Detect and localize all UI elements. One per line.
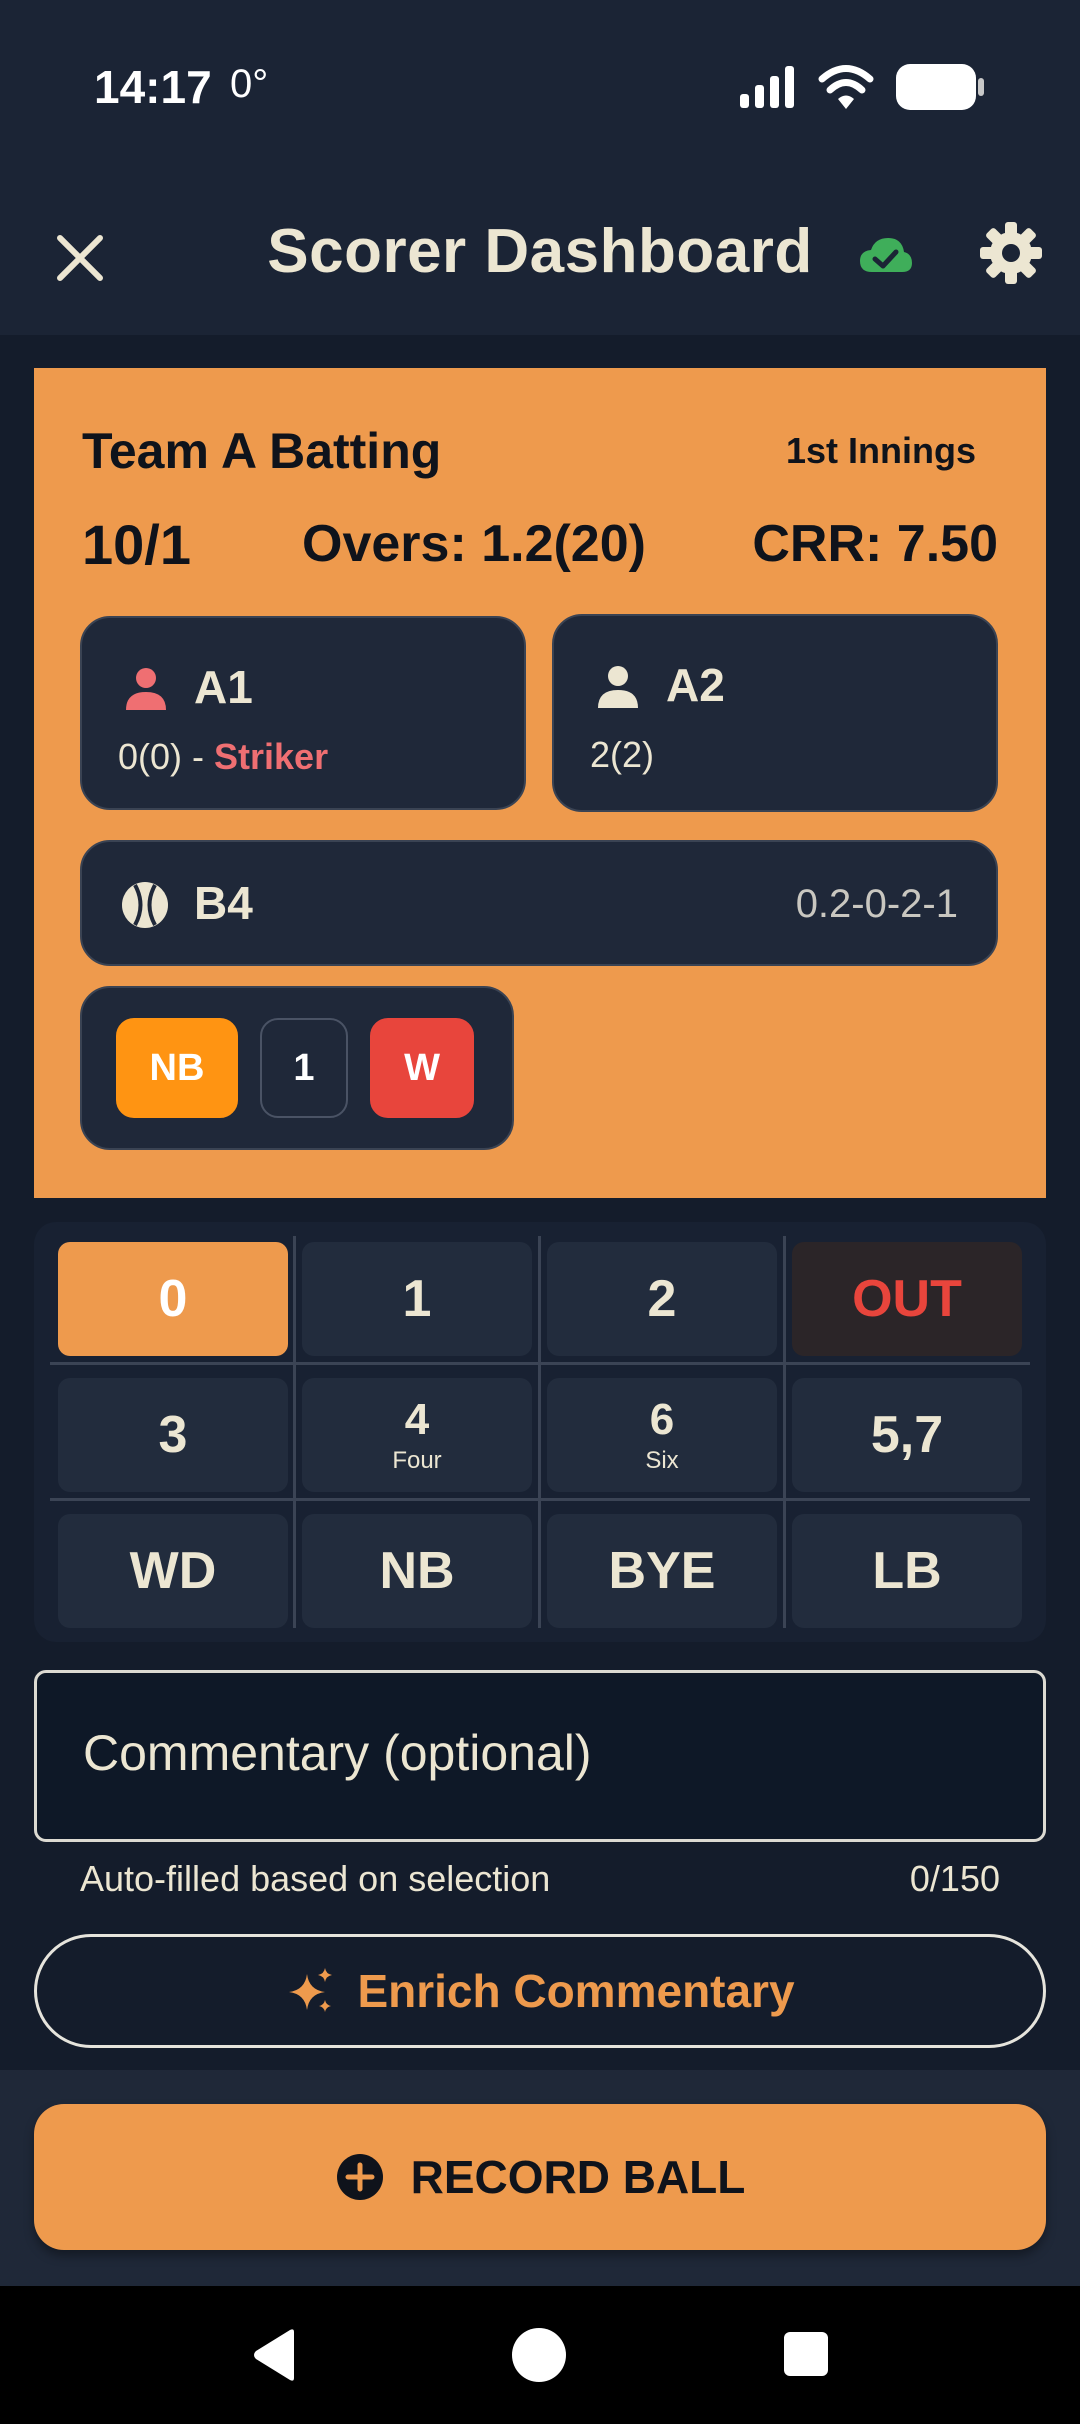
- batter-card-striker[interactable]: A1 0(0) - Striker: [80, 616, 526, 810]
- commentary-field[interactable]: [34, 1670, 1046, 1842]
- batter-stats: 0(0) - Striker: [118, 736, 328, 778]
- commentary-char-counter: 0/150: [909, 1858, 1000, 1899]
- pad-divider: [783, 1236, 786, 1628]
- striker-label: Striker: [214, 736, 329, 777]
- batter-score: 2(2): [590, 734, 655, 775]
- run-key-0[interactable]: 0: [58, 1242, 288, 1356]
- key-label: NB: [379, 1542, 455, 1600]
- batter-name: A2: [666, 659, 725, 711]
- innings-label: 1st Innings: [785, 430, 976, 471]
- back-icon[interactable]: [250, 2328, 298, 2382]
- batter-score: 0(0) -: [118, 736, 215, 777]
- sparkle-icon: [289, 1968, 333, 2012]
- key-label: OUT: [852, 1270, 962, 1328]
- run-key-3[interactable]: 3: [58, 1378, 288, 1492]
- status-time: 14:17: [94, 61, 212, 113]
- bowler-figures: 0.2-0-2-1: [795, 882, 958, 926]
- record-ball-button[interactable]: RECORD BALL: [34, 2104, 1046, 2250]
- ball-chip-run: 1: [260, 1018, 348, 1118]
- key-label: 6: [649, 1395, 675, 1444]
- key-label: 2: [647, 1270, 677, 1328]
- out-key[interactable]: OUT: [792, 1242, 1022, 1356]
- overs-label: Overs: 1.2(20): [302, 515, 646, 573]
- record-label: RECORD BALL: [410, 2151, 746, 2203]
- run-key-6[interactable]: 6 Six: [547, 1378, 777, 1492]
- key-label: LB: [872, 1542, 942, 1600]
- wide-key[interactable]: WD: [58, 1514, 288, 1628]
- noball-key[interactable]: NB: [302, 1514, 532, 1628]
- home-icon[interactable]: [512, 2328, 566, 2382]
- this-over-panel: NB 1 W: [80, 986, 514, 1150]
- key-label: 0: [158, 1270, 188, 1328]
- commentary-input[interactable]: [81, 1723, 985, 1783]
- key-label: 3: [158, 1406, 188, 1464]
- cricket-ball-icon: [122, 882, 168, 928]
- batter-name: A1: [194, 661, 253, 713]
- page-title: Scorer Dashboard: [267, 217, 813, 286]
- batter-card-non-striker[interactable]: A2 2(2): [552, 614, 998, 812]
- ball-chip-wicket: W: [370, 1018, 474, 1118]
- bye-key[interactable]: BYE: [547, 1514, 777, 1628]
- ball-chip-noball: NB: [116, 1018, 238, 1118]
- enrich-commentary-button[interactable]: Enrich Commentary: [34, 1934, 1046, 2048]
- legbye-key[interactable]: LB: [792, 1514, 1022, 1628]
- status-temperature: 0°: [230, 62, 269, 106]
- run-key-4[interactable]: 4 Four: [302, 1378, 532, 1492]
- batting-team-title: Team A Batting: [82, 423, 442, 479]
- key-label: 5,7: [870, 1406, 944, 1464]
- status-bar: 14:17 0°: [0, 0, 1080, 170]
- key-label: 1: [402, 1270, 432, 1328]
- status-icons: [738, 62, 984, 112]
- run-key-5-7[interactable]: 5,7: [792, 1378, 1022, 1492]
- system-nav-bar: [0, 2286, 1080, 2424]
- wifi-icon: [818, 65, 874, 109]
- battery-icon: [896, 64, 984, 110]
- signal-icon: [740, 66, 794, 108]
- pad-divider: [538, 1236, 541, 1628]
- key-label: 4: [404, 1395, 430, 1444]
- record-bar: RECORD BALL: [0, 2070, 1080, 2286]
- person-icon: [126, 668, 166, 710]
- enrich-label: Enrich Commentary: [357, 1965, 795, 2017]
- bowler-name: B4: [194, 877, 253, 929]
- key-sublabel: Four: [392, 1447, 442, 1474]
- cloud-done-icon: [860, 238, 912, 272]
- key-label: WD: [129, 1542, 217, 1600]
- add-circle-icon: [336, 2154, 383, 2200]
- pad-divider: [293, 1236, 296, 1628]
- scoring-pad: 0 1 2 OUT 3 4 Four 6 Six 5,7 WD NB BYE LB: [34, 1222, 1046, 1642]
- run-key-2[interactable]: 2: [547, 1242, 777, 1356]
- run-rate-label: CRR: 7.50: [752, 515, 998, 573]
- score-total: 10/1: [82, 513, 191, 576]
- bowler-card[interactable]: B4 0.2-0-2-1: [80, 840, 998, 966]
- commentary-helper-text: Auto-filled based on selection: [80, 1858, 551, 1899]
- gear-icon[interactable]: [978, 220, 1044, 286]
- key-sublabel: Six: [645, 1447, 679, 1474]
- person-icon: [598, 666, 638, 708]
- key-label: BYE: [608, 1542, 716, 1600]
- score-card: Team A Batting 1st Innings 10/1 Overs: 1…: [34, 368, 1046, 1198]
- app-bar: Scorer Dashboard: [0, 170, 1080, 335]
- recents-icon[interactable]: [784, 2332, 828, 2376]
- run-key-1[interactable]: 1: [302, 1242, 532, 1356]
